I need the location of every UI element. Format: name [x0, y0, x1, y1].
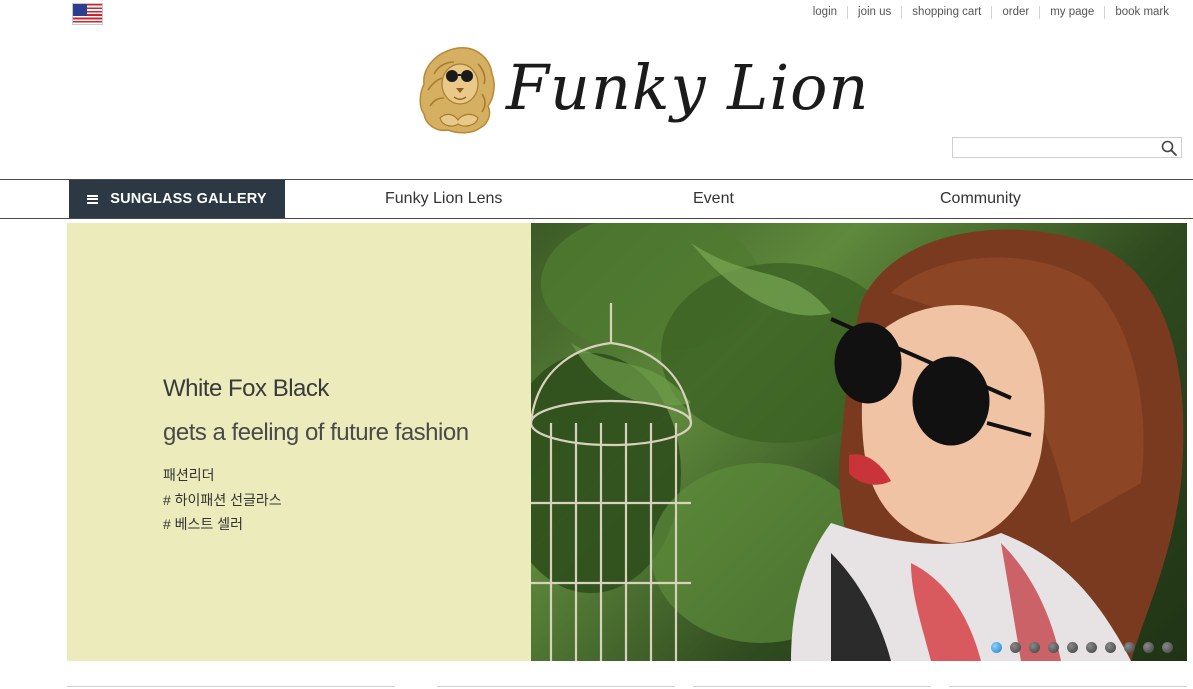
slide-dot[interactable]: [1124, 642, 1135, 653]
hero-banner[interactable]: White Fox Black gets a feeling of future…: [67, 223, 1187, 661]
banner-tag: 패션리더: [163, 467, 215, 483]
slide-dot[interactable]: [1067, 642, 1078, 653]
my-page-link[interactable]: my page: [1039, 6, 1104, 19]
banner-tag: # 하이패션 선글라스: [163, 491, 282, 508]
slide-indicators: [991, 642, 1173, 653]
search-icon[interactable]: [1160, 139, 1178, 157]
sunglass-gallery-button[interactable]: SUNGLASS GALLERY: [69, 180, 285, 218]
nav-item-funky-lion-lens[interactable]: Funky Lion Lens: [385, 180, 502, 218]
slide-dot[interactable]: [1029, 642, 1040, 653]
slide-dot[interactable]: [1086, 642, 1097, 653]
search-box: [952, 137, 1182, 158]
book-mark-link[interactable]: book mark: [1104, 6, 1179, 19]
banner-title: White Fox Black: [163, 375, 329, 402]
top-links: login join us shopping cart order my pag…: [803, 6, 1179, 19]
us-flag-icon[interactable]: [72, 3, 103, 25]
banner-tag: # 베스트 셀러: [163, 516, 243, 532]
slide-dot[interactable]: [1162, 642, 1173, 653]
slide-dot[interactable]: [991, 642, 1002, 653]
slide-dot[interactable]: [1010, 642, 1021, 653]
banner-subtitle: gets a feeling of future fashion: [163, 419, 469, 446]
nav-item-community[interactable]: Community: [940, 180, 1021, 218]
hamburger-menu-icon: [87, 194, 99, 204]
slide-dot[interactable]: [1143, 642, 1154, 653]
slide-dot[interactable]: [1105, 642, 1116, 653]
search-input[interactable]: [953, 138, 1153, 157]
main-nav: SUNGLASS GALLERY Funky Lion Lens Event C…: [0, 179, 1193, 219]
order-link[interactable]: order: [991, 6, 1039, 19]
nav-item-event[interactable]: Event: [693, 180, 734, 218]
banner-photo: [531, 223, 1187, 661]
flag-canton: [73, 4, 87, 16]
sunglass-gallery-label: SUNGLASS GALLERY: [110, 191, 267, 207]
site-logo[interactable]: Funky Lion: [418, 44, 868, 136]
lion-head-icon: [419, 47, 495, 134]
shopping-cart-link[interactable]: shopping cart: [901, 6, 991, 19]
login-link[interactable]: login: [803, 6, 847, 19]
logo-text: Funky Lion: [506, 51, 870, 124]
model-with-sunglasses-image: [531, 223, 1184, 661]
banner-tags: 패션리더 # 하이패션 선글라스 # 베스트 셀러: [163, 463, 282, 537]
slide-dot[interactable]: [1048, 642, 1059, 653]
join-us-link[interactable]: join us: [847, 6, 901, 19]
banner-text-panel: White Fox Black gets a feeling of future…: [67, 223, 531, 661]
